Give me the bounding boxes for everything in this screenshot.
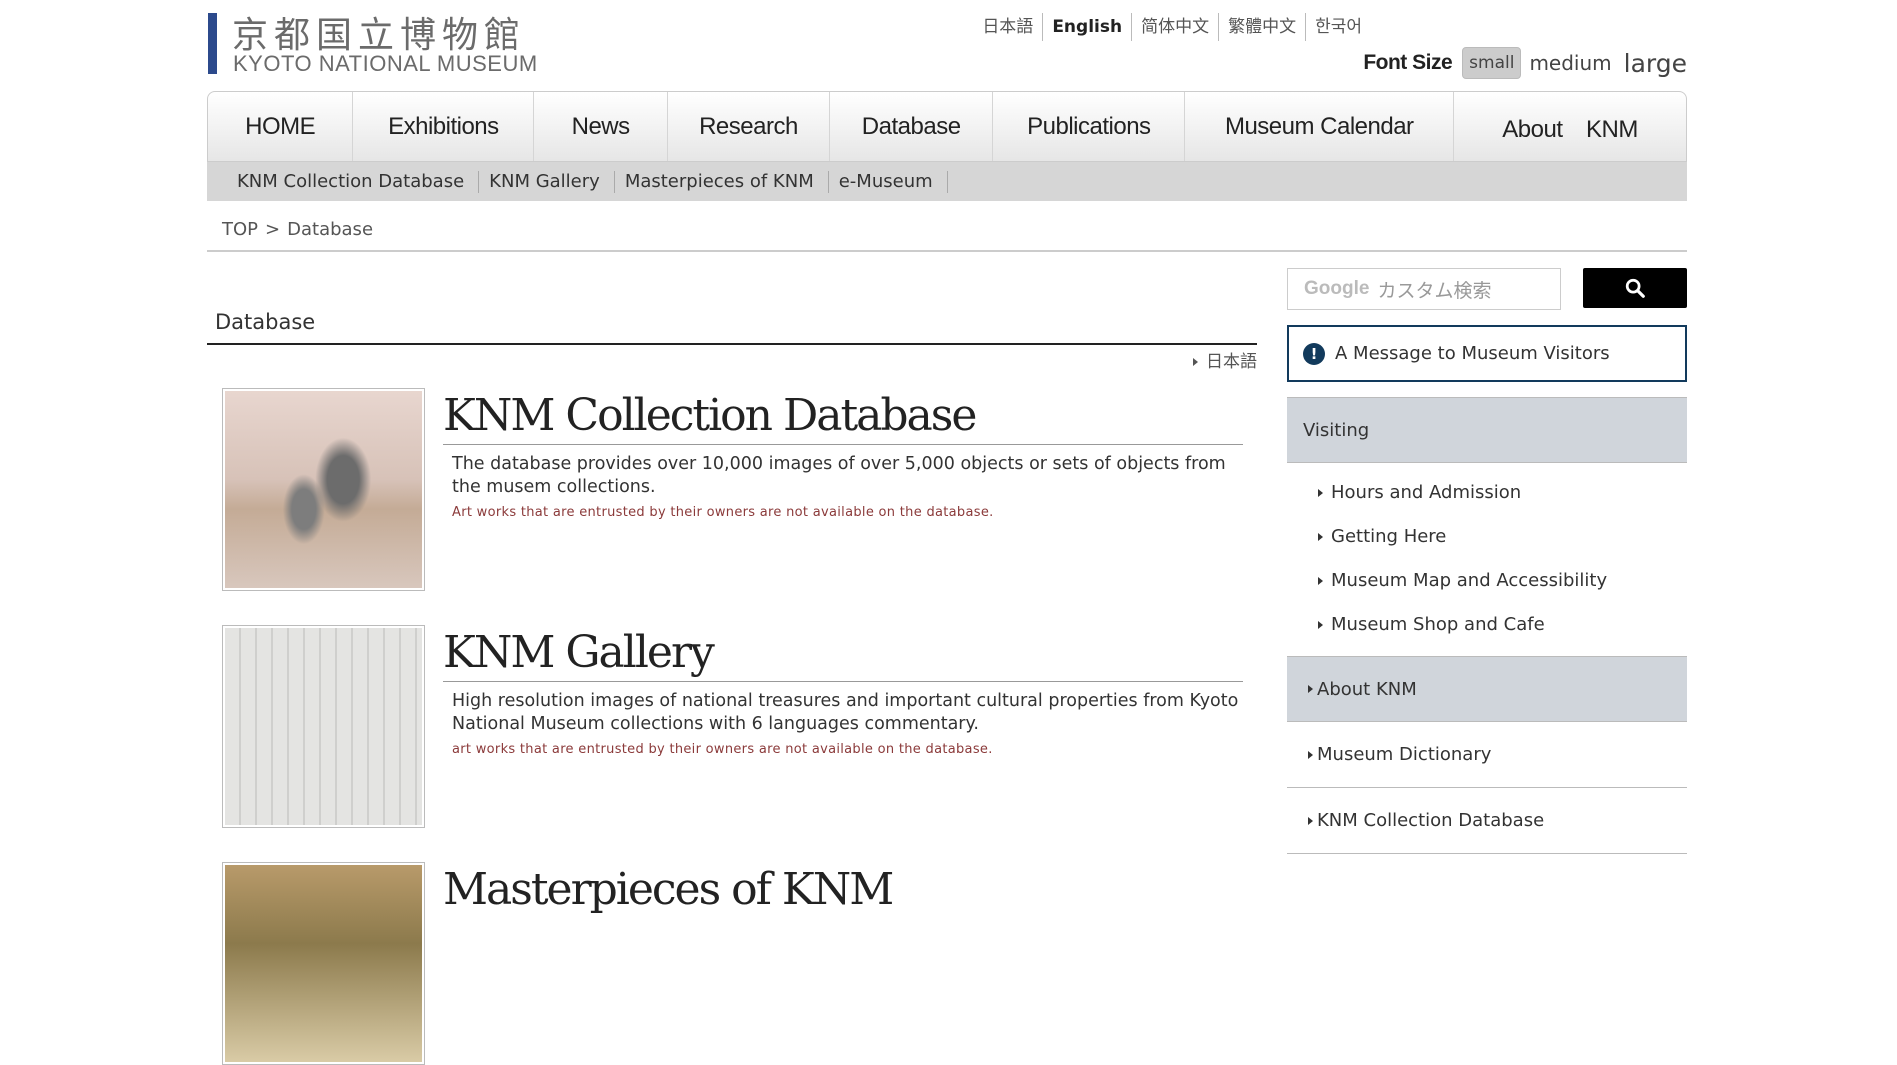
entry-divider: [443, 681, 1243, 682]
breadcrumb-separator: >: [265, 219, 281, 240]
triangle-right-icon: [1308, 685, 1313, 693]
search-placeholder: カスタム検索: [1377, 279, 1492, 302]
sidebar-item-shop-cafe[interactable]: Museum Shop and Cafe: [1318, 614, 1545, 635]
entry-title-knm-gallery[interactable]: KNM Gallery: [443, 627, 715, 678]
entry-divider: [443, 444, 1243, 445]
search-icon: [1625, 278, 1645, 298]
crane-painting-image: [225, 391, 422, 588]
logo-accent-bar: [208, 13, 217, 74]
breadcrumb-divider: [207, 250, 1687, 252]
nav-news[interactable]: News: [534, 92, 668, 161]
global-nav: HOME Exhibitions News Research Database …: [207, 91, 1687, 162]
breadcrumb-current: Database: [287, 219, 374, 240]
font-size-switcher: Font Size small medium large: [1363, 47, 1687, 79]
sidebar-link-label: KNM Collection Database: [1317, 810, 1545, 831]
nav-publications[interactable]: Publications: [993, 92, 1186, 161]
google-label: Google: [1304, 278, 1370, 299]
font-size-large-button[interactable]: large: [1624, 49, 1687, 78]
triangle-right-icon: [1318, 532, 1323, 541]
breadcrumb-top[interactable]: TOP: [222, 219, 258, 240]
sidebar-link-museum-dictionary[interactable]: Museum Dictionary: [1287, 722, 1687, 788]
font-size-label: Font Size: [1363, 51, 1453, 74]
sidebar-visiting-header[interactable]: Visiting: [1287, 397, 1687, 463]
font-size-medium-button[interactable]: medium: [1529, 51, 1611, 75]
entry-description-text: High resolution images of national treas…: [452, 691, 1239, 734]
entry-description: The database provides over 10,000 images…: [452, 453, 1242, 524]
masterpieces-thumbnail[interactable]: [222, 862, 425, 1065]
visitor-message-link[interactable]: ! A Message to Museum Visitors: [1287, 325, 1687, 382]
lang-japanese[interactable]: 日本語: [973, 13, 1044, 41]
entry-description: High resolution images of national treas…: [452, 690, 1242, 761]
triangle-right-icon: [1318, 620, 1323, 629]
lang-simplified-chinese[interactable]: 简体中文: [1132, 13, 1220, 41]
nav-database[interactable]: Database: [830, 92, 994, 161]
sidebar-item-label: Museum Map and Accessibility: [1331, 570, 1608, 591]
sidebar-link-collection-database[interactable]: KNM Collection Database: [1287, 788, 1687, 854]
sidebar-item-getting-here[interactable]: Getting Here: [1318, 526, 1446, 547]
font-size-small-button[interactable]: small: [1462, 47, 1522, 79]
nav-research[interactable]: Research: [668, 92, 831, 161]
search-button[interactable]: [1583, 268, 1687, 308]
triangle-right-icon: [1318, 576, 1323, 585]
japanese-page-link-label: 日本語: [1206, 352, 1257, 372]
sidebar-item-hours[interactable]: Hours and Admission: [1318, 482, 1521, 503]
sidebar-about-label: About KNM: [1317, 678, 1417, 700]
nav-about-knm[interactable]: About KNM: [1454, 92, 1686, 161]
language-switcher: 日本語 English 简体中文 繁體中文 한국어: [973, 13, 1371, 41]
logo-english[interactable]: KYOTO NATIONAL MUSEUM: [233, 51, 538, 77]
subnav-e-museum[interactable]: e-Museum: [829, 170, 948, 193]
triangle-right-icon: [1193, 358, 1198, 366]
entry-description-text: The database provides over 10,000 images…: [452, 454, 1226, 497]
subnav-knm-collection-database[interactable]: KNM Collection Database: [227, 170, 480, 193]
sidebar-item-label: Hours and Admission: [1331, 482, 1522, 503]
entry-title-masterpieces[interactable]: Masterpieces of KNM: [443, 864, 894, 915]
lang-english[interactable]: English: [1043, 13, 1133, 41]
japanese-page-link[interactable]: 日本語: [1193, 347, 1257, 372]
database-subnav: KNM Collection Database KNM Gallery Mast…: [207, 162, 1687, 201]
exclamation-icon: !: [1303, 342, 1325, 365]
sidebar-link-label: Museum Dictionary: [1317, 744, 1492, 765]
sidebar-item-label: Getting Here: [1331, 526, 1447, 547]
sidebar-item-museum-map[interactable]: Museum Map and Accessibility: [1318, 570, 1607, 591]
search-input[interactable]: Google カスタム検索: [1287, 268, 1561, 310]
subnav-masterpieces[interactable]: Masterpieces of KNM: [615, 170, 829, 193]
triangle-right-icon: [1308, 816, 1313, 825]
sidebar-item-label: Museum Shop and Cafe: [1331, 614, 1545, 635]
pine-painting-image: [225, 865, 422, 1062]
nav-exhibitions[interactable]: Exhibitions: [353, 92, 535, 161]
title-divider: [207, 343, 1257, 345]
collection-database-thumbnail[interactable]: [222, 388, 425, 591]
visitor-message-label: A Message to Museum Visitors: [1335, 343, 1610, 364]
breadcrumb: TOP > Database: [222, 219, 373, 240]
nav-museum-calendar[interactable]: Museum Calendar: [1185, 92, 1455, 161]
entry-note: art works that are entrusted by their ow…: [452, 742, 993, 757]
subnav-knm-gallery[interactable]: KNM Gallery: [479, 170, 615, 193]
entry-title-collection-database[interactable]: KNM Collection Database: [443, 390, 977, 441]
lang-korean[interactable]: 한국어: [1306, 13, 1371, 41]
entry-note: Art works that are entrusted by their ow…: [452, 505, 994, 520]
triangle-right-icon: [1318, 488, 1323, 497]
lang-traditional-chinese[interactable]: 繁體中文: [1219, 13, 1307, 41]
calligraphy-image: [225, 628, 422, 825]
triangle-right-icon: [1308, 750, 1313, 759]
sidebar-about-header[interactable]: About KNM: [1287, 656, 1687, 722]
gallery-thumbnail[interactable]: [222, 625, 425, 828]
nav-home[interactable]: HOME: [208, 92, 354, 161]
page-title: Database: [215, 310, 316, 334]
